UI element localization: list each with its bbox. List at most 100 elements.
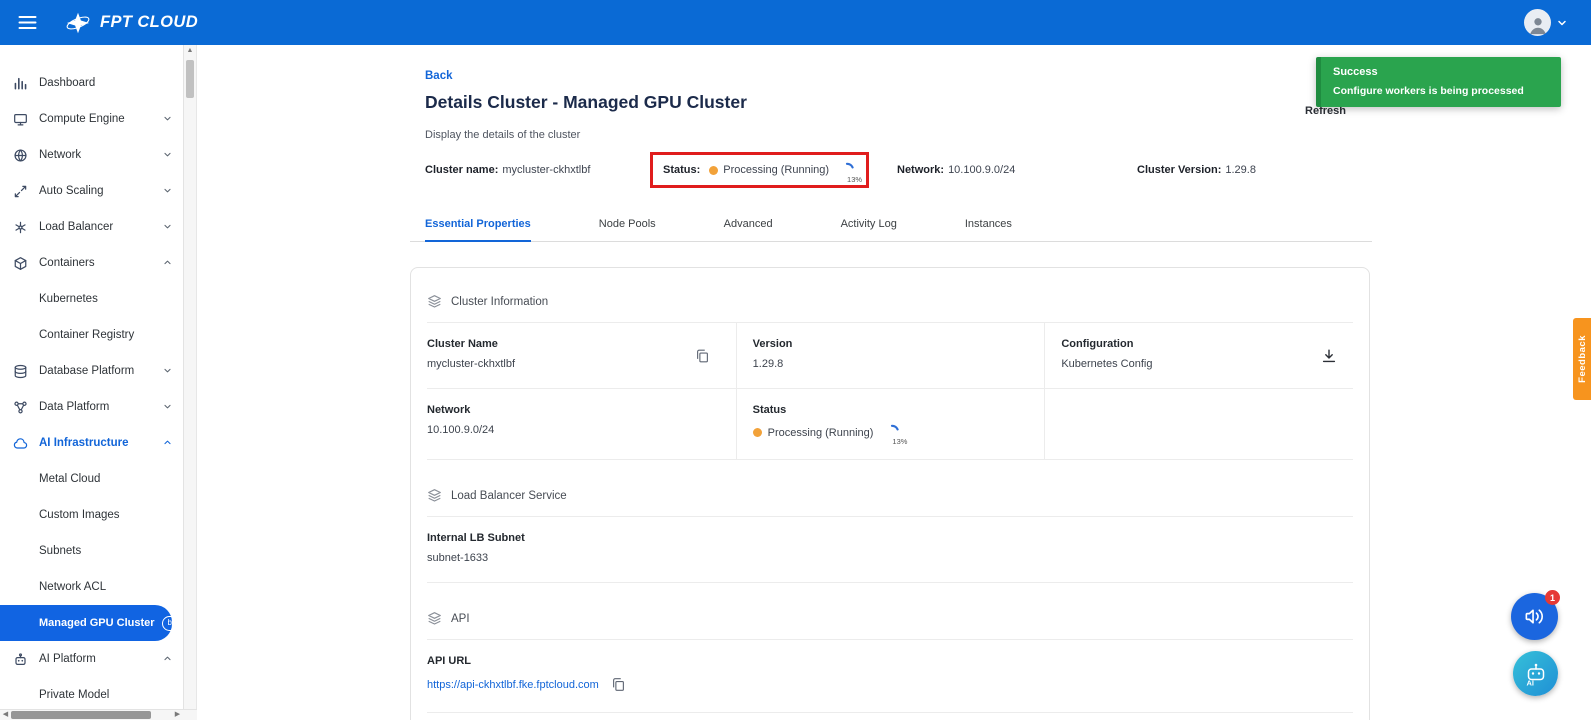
field-configuration: Configuration Kubernetes Config <box>1044 323 1353 389</box>
tab-essential-properties[interactable]: Essential Properties <box>425 213 531 242</box>
scrollbar-thumb[interactable] <box>186 60 194 98</box>
field-cluster-name: Cluster Name mycluster-ckhxtlbf <box>427 323 736 389</box>
page-title: Details Cluster - Managed GPU Cluster <box>425 92 747 113</box>
layers-icon <box>427 611 442 626</box>
back-link[interactable]: Back <box>425 70 453 82</box>
chevron-up-icon <box>162 257 173 268</box>
sidebar-item-label: Load Balancer <box>39 221 113 233</box>
database-platform-icon <box>13 363 29 379</box>
progress-percent: 13% <box>892 437 907 446</box>
field-network: Network 10.100.9.0/24 <box>427 389 736 460</box>
ai-infrastructure-icon <box>13 435 29 451</box>
feedback-tab[interactable]: Feedback <box>1573 318 1591 400</box>
hamburger-menu-icon[interactable] <box>13 10 42 35</box>
sidebar-item-label: Container Registry <box>39 329 134 341</box>
field-status: Status Processing (Running) 13% <box>736 389 1045 460</box>
sidebar-item-managed-gpu-cluster[interactable]: Managed GPU Clusterbeta <box>0 605 172 641</box>
sidebar-item-ai-infrastructure[interactable]: AI Infrastructure <box>0 425 196 461</box>
sidebar-item-subnets[interactable]: Subnets <box>0 533 196 569</box>
horizontal-scrollbar[interactable]: ◀ ▶ <box>0 709 197 720</box>
summary-network: Network:10.100.9.0/24 <box>897 164 1015 176</box>
progress-percent: 13% <box>847 175 862 184</box>
tab-activity-log[interactable]: Activity Log <box>841 213 897 241</box>
section-title: Load Balancer Service <box>451 490 567 502</box>
sidebar-item-private-model[interactable]: Private Model <box>0 677 196 713</box>
download-icon[interactable] <box>1319 346 1339 366</box>
section-cluster-information: Cluster Information <box>427 294 1353 323</box>
sidebar-item-data-platform[interactable]: Data Platform <box>0 389 196 425</box>
field-value: Kubernetes Config <box>1061 358 1313 370</box>
cluster-name-value: mycluster-ckhxtlbf <box>502 164 590 176</box>
chevron-down-icon <box>162 149 173 160</box>
sidebar-item-label: Managed GPU Cluster <box>39 617 155 629</box>
field-label: Network <box>427 404 696 416</box>
sidebar-item-auto-scaling[interactable]: Auto Scaling <box>0 173 196 209</box>
ai-assistant-button[interactable]: AI <box>1513 651 1558 696</box>
sidebar-item-custom-images[interactable]: Custom Images <box>0 497 196 533</box>
sidebar-item-ai-platform[interactable]: AI Platform <box>0 641 196 677</box>
field-value: Processing (Running) <box>768 427 874 439</box>
brand-logo[interactable]: FPT CLOUD <box>64 11 198 35</box>
sidebar-item-label: Metal Cloud <box>39 473 100 485</box>
field-empty <box>1044 389 1353 460</box>
scroll-right-arrow-icon[interactable]: ▶ <box>172 710 183 720</box>
layers-icon <box>427 488 442 503</box>
feedback-label: Feedback <box>1577 335 1588 383</box>
main-content: Back Details Cluster - Managed GPU Clust… <box>410 45 1372 720</box>
sidebar-item-containers[interactable]: Containers <box>0 245 196 281</box>
sidebar-item-kubernetes[interactable]: Kubernetes <box>0 281 196 317</box>
section-load-balancer: Load Balancer Service <box>427 488 1353 517</box>
sidebar-scrollbar[interactable]: ▲ ▼ <box>183 45 196 720</box>
chevron-down-icon <box>162 365 173 376</box>
user-menu[interactable] <box>1524 0 1567 45</box>
notification-badge: 1 <box>1545 590 1560 605</box>
toast-success: Success Configure workers is being proce… <box>1316 57 1561 107</box>
status-label: Status: <box>663 164 700 176</box>
tab-advanced[interactable]: Advanced <box>724 213 773 241</box>
dashboard-icon <box>13 75 29 91</box>
scrollbar-thumb[interactable] <box>11 711 151 719</box>
sidebar-item-label: Data Platform <box>39 401 109 413</box>
scroll-left-arrow-icon[interactable]: ◀ <box>0 710 11 720</box>
sidebar-item-label: Database Platform <box>39 365 134 377</box>
copy-icon[interactable] <box>693 346 712 365</box>
announcements-button[interactable]: 1 <box>1511 593 1558 640</box>
sidebar-item-network[interactable]: Network <box>0 137 196 173</box>
copy-icon[interactable] <box>609 675 628 694</box>
avatar <box>1524 9 1551 36</box>
network-label: Network: <box>897 164 944 176</box>
summary-version: Cluster Version:1.29.8 <box>1137 164 1256 176</box>
sidebar-item-label: Compute Engine <box>39 113 125 125</box>
sidebar-item-compute-engine[interactable]: Compute Engine <box>0 101 196 137</box>
compute-engine-icon <box>13 111 29 127</box>
details-card: Cluster Information Cluster Name myclust… <box>410 267 1370 720</box>
progress-indicator: 13% <box>884 424 901 441</box>
field-value: 1.29.8 <box>753 358 1005 370</box>
chevron-down-icon <box>162 113 173 124</box>
fpt-logo-icon <box>64 11 92 35</box>
chevron-down-icon <box>162 185 173 196</box>
toast-message: Configure workers is being processed <box>1333 85 1549 97</box>
chevron-down-icon <box>162 401 173 412</box>
section-title: Cluster Information <box>451 296 548 308</box>
sidebar-item-metal-cloud[interactable]: Metal Cloud <box>0 461 196 497</box>
sidebar-item-dashboard[interactable]: Dashboard <box>0 65 196 101</box>
api-url-link[interactable]: https://api-ckhxtlbf.fke.fptcloud.com <box>427 679 599 691</box>
field-internal-lb-subnet: Internal LB Subnet subnet-1633 <box>427 517 1353 583</box>
tab-node-pools[interactable]: Node Pools <box>599 213 656 241</box>
sidebar-item-database-platform[interactable]: Database Platform <box>0 353 196 389</box>
scroll-up-arrow-icon[interactable]: ▲ <box>184 45 196 57</box>
sidebar: Dashboard Compute Engine NetworkAuto Scali… <box>0 45 197 720</box>
sidebar-item-load-balancer[interactable]: Load Balancer <box>0 209 196 245</box>
field-value: mycluster-ckhxtlbf <box>427 358 696 370</box>
megaphone-icon <box>1523 605 1546 628</box>
sidebar-item-label: Containers <box>39 257 95 269</box>
sidebar-item-label: Kubernetes <box>39 293 98 305</box>
sidebar-nav: Dashboard Compute Engine NetworkAuto Scali… <box>0 45 196 713</box>
sidebar-item-label: AI Platform <box>39 653 96 665</box>
sidebar-item-container-registry[interactable]: Container Registry <box>0 317 196 353</box>
tab-instances[interactable]: Instances <box>965 213 1012 241</box>
sidebar-item-network-acl[interactable]: Network ACL <box>0 569 196 605</box>
progress-indicator: 13% <box>839 162 856 179</box>
chevron-down-icon <box>162 221 173 232</box>
